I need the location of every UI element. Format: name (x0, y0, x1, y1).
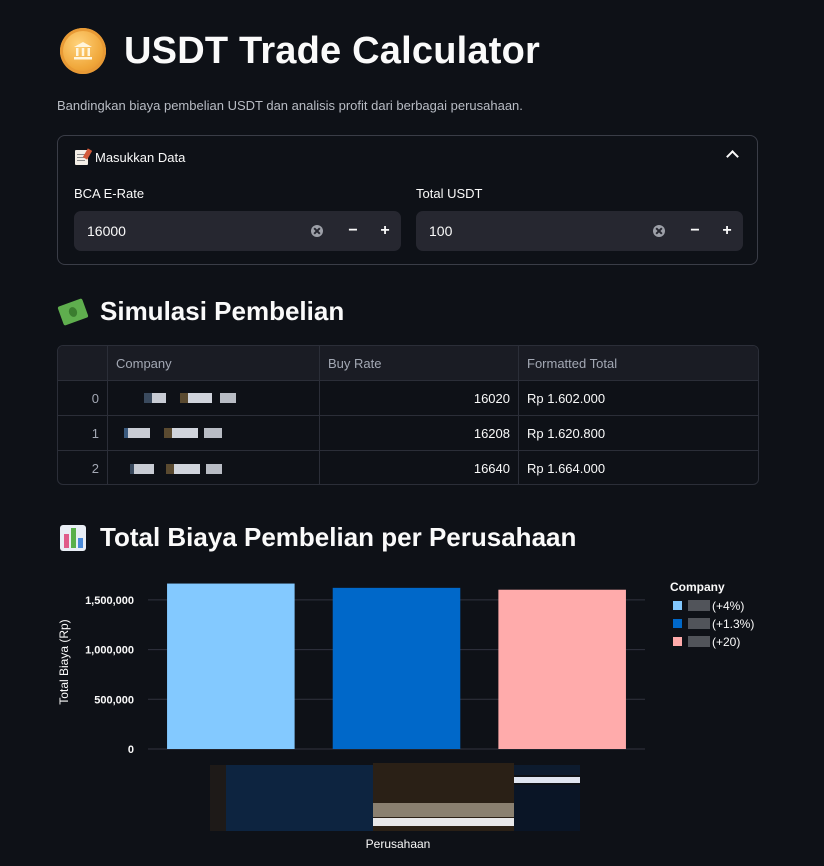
x-axis-label: Perusahaan (366, 837, 431, 851)
simulasi-title: Simulasi Pembelian (100, 296, 345, 326)
simulasi-heading: Simulasi Pembelian (57, 296, 345, 327)
clear-icon[interactable] (653, 225, 665, 237)
company-cell-redacted (108, 416, 320, 450)
clear-icon[interactable] (311, 225, 323, 237)
buy-rate-cell: 16640 (320, 451, 519, 484)
y-tick-label: 1,500,000 (85, 595, 134, 607)
bca-erate-value[interactable]: 16000 (74, 223, 311, 239)
bar (498, 589, 626, 749)
legend-redacted-name (688, 618, 710, 629)
bar (167, 583, 295, 749)
bca-erate-field: BCA E-Rate 16000 − + (74, 186, 401, 251)
decrement-button[interactable]: − (679, 211, 711, 251)
table-row[interactable]: 1 16208 Rp 1.620.800 (58, 416, 758, 451)
increment-button[interactable]: + (711, 211, 743, 251)
chart-heading: Total Biaya Pembelian per Perusahaan (60, 522, 576, 553)
decrement-button[interactable]: − (337, 211, 369, 251)
y-tick-label: 1,000,000 (85, 645, 134, 657)
redacted-x-tick-label (514, 785, 580, 831)
table-row[interactable]: 0 16020 Rp 1.602.000 (58, 381, 758, 416)
total-usdt-input[interactable]: 100 − + (416, 211, 743, 251)
page-title: USDT Trade Calculator (124, 29, 540, 72)
y-axis-label: Total Biaya (Rp) (57, 619, 71, 704)
company-cell-redacted (108, 451, 320, 484)
legend-label: (+4%) (712, 599, 744, 613)
legend-label: (+20) (712, 635, 740, 649)
redacted-x-tick-label (514, 777, 580, 783)
total-cell: Rp 1.620.800 (527, 425, 606, 441)
y-tick-label: 0 (128, 744, 134, 756)
memo-icon (75, 150, 88, 165)
company-cell-redacted (108, 381, 320, 415)
bar-chart-icon (60, 524, 86, 551)
total-cell: Rp 1.602.000 (527, 390, 606, 406)
chart-section-title: Total Biaya Pembelian per Perusahaan (100, 522, 577, 552)
legend-redacted-name (688, 636, 710, 647)
total-usdt-label: Total USDT (416, 186, 483, 201)
chart-svg: 0 500,000 1,000,000 1,500,000 Total Biaya (R… (57, 580, 754, 851)
table-row[interactable]: 2 16640 Rp 1.664.000 (58, 451, 758, 484)
total-usdt-value[interactable]: 100 (416, 223, 653, 239)
redacted-x-tick-label (373, 803, 514, 817)
bca-erate-label: BCA E-Rate (74, 186, 145, 201)
bank-coin-icon (60, 28, 106, 74)
redacted-x-tick-label (514, 765, 580, 775)
column-header-company[interactable]: Company (108, 346, 320, 380)
total-cell: Rp 1.664.000 (527, 461, 606, 476)
page-subtitle: Bandingkan biaya pembelian USDT dan anal… (57, 98, 523, 113)
legend-swatch (673, 619, 682, 628)
money-with-wings-icon (57, 297, 89, 326)
column-header-buy-rate[interactable]: Buy Rate (320, 346, 519, 380)
legend-swatch (673, 601, 682, 610)
buy-rate-cell: 16208 (320, 416, 519, 450)
simulasi-table[interactable]: Company Buy Rate Formatted Total 0 16020… (57, 345, 759, 485)
column-header-index[interactable] (58, 346, 108, 380)
redacted-x-tick-label (226, 765, 373, 831)
buy-rate-cell: 16020 (320, 381, 519, 415)
legend-swatch (673, 637, 682, 646)
legend-redacted-name (688, 600, 710, 611)
row-index: 2 (58, 451, 108, 484)
column-header-formatted-total[interactable]: Formatted Total (519, 346, 758, 380)
row-index: 1 (58, 416, 108, 450)
bar-chart[interactable]: 0 500,000 1,000,000 1,500,000 Total Biaya (R… (0, 570, 824, 861)
row-index: 0 (58, 381, 108, 415)
total-usdt-field: Total USDT 100 − + (416, 186, 743, 251)
legend-label: (+1.3%) (712, 617, 754, 631)
chevron-up-icon[interactable] (726, 150, 739, 163)
redacted-x-tick-label (210, 765, 226, 831)
table-header-row: Company Buy Rate Formatted Total (58, 346, 758, 381)
y-tick-label: 500,000 (94, 694, 134, 706)
title-row: USDT Trade Calculator (60, 28, 540, 74)
legend-title: Company (670, 580, 725, 594)
bar (332, 587, 461, 749)
increment-button[interactable]: + (369, 211, 401, 251)
expander-header[interactable]: Masukkan Data (75, 150, 185, 165)
input-expander: Masukkan Data BCA E-Rate 16000 − + Total… (57, 135, 758, 265)
bca-erate-input[interactable]: 16000 − + (74, 211, 401, 251)
redacted-x-tick-label (373, 818, 514, 826)
expander-title: Masukkan Data (95, 150, 186, 165)
